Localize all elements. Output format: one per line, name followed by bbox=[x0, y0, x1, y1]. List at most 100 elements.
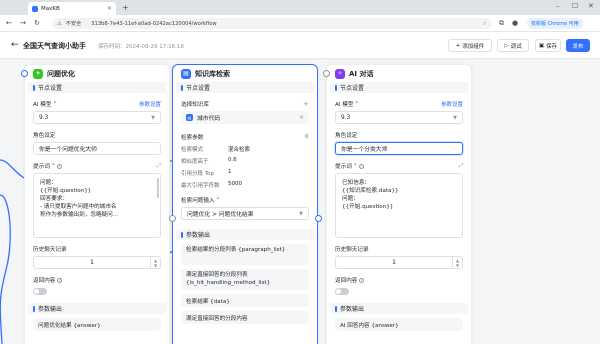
expand-icon[interactable]: ⤢ bbox=[157, 163, 161, 170]
browser-tabbar: MaxKB × + – ☐ ✕ bbox=[0, 0, 600, 15]
role-label: 角色设定 bbox=[335, 133, 358, 139]
section-output: 参数输出 bbox=[176, 229, 314, 240]
section-output: 参数输出 bbox=[330, 303, 468, 314]
help-icon[interactable]: ? bbox=[359, 277, 365, 283]
help-icon[interactable]: ? bbox=[57, 277, 63, 283]
maximize-icon[interactable]: ☐ bbox=[572, 2, 578, 10]
model-select[interactable]: 9.3 ▼ bbox=[335, 111, 463, 124]
node-title: AI 对话 bbox=[349, 69, 374, 78]
stepper-arrows-icon[interactable]: ▲ ▼ bbox=[150, 257, 160, 268]
section-settings: 节点设置 bbox=[330, 82, 468, 93]
role-input[interactable]: 你是一个问题优化大师 bbox=[33, 142, 161, 155]
back-arrow-icon[interactable]: ← bbox=[11, 40, 19, 50]
close-tab-icon[interactable]: × bbox=[107, 5, 112, 12]
workflow-canvas[interactable]: ✦ 问题优化 节点设置 AI 模型 * 参数设置 9.3 ▼ 角色设定 你是一个问… bbox=[0, 60, 600, 344]
search-params-label: 检索参数 bbox=[181, 135, 204, 141]
param-row: 最大引用字符数 5000 bbox=[181, 181, 242, 189]
node-title: 问题优化 bbox=[47, 69, 75, 78]
chevron-down-icon: ▼ bbox=[151, 114, 155, 121]
input-port[interactable] bbox=[21, 70, 28, 77]
new-tab-icon[interactable]: + bbox=[122, 3, 129, 13]
app-header: ← 全国天气查询小助手 保存时间：2024-09-29 17:16:18 + 添… bbox=[0, 32, 600, 59]
save-time: 保存时间：2024-09-29 17:16:18 bbox=[98, 44, 184, 50]
debug-button[interactable]: ▷ 调试 bbox=[497, 39, 529, 52]
kb-item-icon: ▤ bbox=[186, 114, 193, 121]
prompt-textarea[interactable]: 问题： {{开始.question}} 回答要求： - 请只提取客户问题中的城市… bbox=[33, 173, 161, 238]
model-select[interactable]: 9.3 ▼ bbox=[33, 111, 161, 124]
node-kb-search[interactable]: ▤ 知识库检索 节点设置 选择知识库 + ▤ 城市代码 ✕ 检索参数 ⚙ 检索模… bbox=[169, 64, 322, 344]
browser-tab[interactable]: MaxKB × bbox=[28, 2, 116, 15]
expand-icon[interactable]: ⤢ bbox=[459, 163, 463, 170]
chevron-down-icon: ▼ bbox=[453, 114, 457, 121]
section-output: 参数输出 bbox=[28, 303, 166, 314]
url-text: 313b8-7e43-11ef-a0ad-0242ac120004/workfl… bbox=[91, 20, 217, 27]
minimize-icon[interactable]: – bbox=[556, 2, 560, 10]
node-title: 知识库检索 bbox=[195, 69, 230, 78]
model-label: AI 模型 bbox=[33, 102, 52, 108]
output-port[interactable] bbox=[315, 215, 322, 222]
play-icon: ▷ bbox=[504, 42, 509, 49]
publish-button[interactable]: 发布 bbox=[566, 39, 590, 52]
return-label: 返回内容 bbox=[33, 278, 56, 284]
history-label: 历史聊天记录 bbox=[33, 247, 67, 253]
kb-label: 选择知识库 bbox=[181, 102, 209, 108]
history-stepper[interactable]: 1 ▲ ▼ bbox=[335, 256, 463, 269]
input-port[interactable] bbox=[169, 215, 176, 222]
input-port[interactable] bbox=[323, 70, 330, 77]
add-component-button[interactable]: + 添加组件 bbox=[448, 39, 492, 52]
save-icon: ▣ bbox=[538, 42, 545, 49]
return-label: 返回内容 bbox=[335, 278, 358, 284]
chevron-down-icon: ▼ bbox=[299, 210, 303, 217]
model-settings-link[interactable]: 参数设置 bbox=[139, 100, 161, 108]
profile-icon[interactable]: ● bbox=[512, 19, 518, 27]
stepper-arrows-icon[interactable]: ▲ ▼ bbox=[452, 257, 462, 268]
output-item: 满足直接回答的分段内容 bbox=[181, 311, 309, 324]
prompt-textarea[interactable]: 已知信息： {{知识库检索.data}} 问题： {{开始.question}} bbox=[335, 173, 463, 238]
node-ai-chat[interactable]: ✧ AI 对话 节点设置 AI 模型 * 参数设置 9.3 ▼ 角色设定 你是一个… bbox=[323, 64, 472, 344]
remove-kb-icon[interactable]: ✕ bbox=[299, 115, 304, 121]
role-input[interactable]: 你是一个分类大师 bbox=[335, 142, 463, 155]
output-item: 问题优化结果 {answer} bbox=[33, 318, 161, 331]
output-item: 检索结果 {data} bbox=[181, 294, 309, 307]
model-label: AI 模型 bbox=[335, 102, 354, 108]
tab-title: MaxKB bbox=[41, 5, 60, 12]
extensions-icon[interactable]: ⧉ bbox=[499, 19, 504, 28]
role-label: 角色设定 bbox=[33, 133, 56, 139]
output-item: 满足直接回答的分段列表 {is_hit_handling_method_list… bbox=[181, 269, 309, 290]
section-settings: 节点设置 bbox=[28, 82, 166, 93]
kb-node-icon: ▤ bbox=[181, 68, 191, 79]
url-security-label: 不安全 bbox=[65, 21, 82, 27]
model-settings-link[interactable]: 参数设置 bbox=[441, 100, 463, 108]
node-question-optimize[interactable]: ✦ 问题优化 节点设置 AI 模型 * 参数设置 9.3 ▼ 角色设定 你是一个问… bbox=[21, 64, 170, 344]
bookmark-star-icon[interactable]: ☆ bbox=[482, 21, 487, 27]
history-label: 历史聊天记录 bbox=[335, 247, 369, 253]
section-settings: 节点设置 bbox=[176, 82, 314, 93]
plus-icon: + bbox=[455, 42, 461, 49]
help-icon[interactable]: ? bbox=[358, 163, 364, 169]
input-question-label: 检索问题输入 bbox=[181, 198, 215, 204]
output-item: 检索结果的分段列表 {paragraph_list} bbox=[181, 244, 309, 265]
back-icon[interactable]: ← bbox=[6, 19, 12, 28]
settings-gear-icon[interactable]: ⚙ bbox=[304, 134, 309, 140]
prompt-label: 提示词 bbox=[33, 164, 50, 170]
return-toggle[interactable] bbox=[335, 288, 349, 295]
reload-icon[interactable]: ↻ bbox=[34, 19, 40, 28]
param-row: 检索模式 混合检索 bbox=[181, 147, 251, 153]
kb-item[interactable]: ▤ 城市代码 ✕ bbox=[181, 111, 309, 124]
url-field[interactable]: ⚠ 不安全 313b8-7e43-11ef-a0ad-0242ac120004/… bbox=[52, 18, 492, 29]
history-stepper[interactable]: 1 ▲ ▼ bbox=[33, 256, 161, 269]
insecure-warning-icon: ⚠ bbox=[57, 20, 62, 27]
return-toggle[interactable] bbox=[33, 288, 47, 295]
help-icon[interactable]: ? bbox=[56, 163, 62, 169]
forward-icon[interactable]: → bbox=[20, 19, 26, 28]
param-row: 相似度高于 0.6 bbox=[181, 157, 237, 165]
add-kb-icon[interactable]: + bbox=[303, 100, 309, 108]
save-button[interactable]: ▣ 保存 bbox=[535, 39, 561, 52]
address-bar: ← → ↻ ⚠ 不安全 313b8-7e43-11ef-a0ad-0242ac1… bbox=[0, 15, 600, 32]
input-question-select[interactable]: 问题优化 > 问题优化结果 ▼ bbox=[181, 207, 309, 220]
optimize-node-icon: ✦ bbox=[33, 68, 43, 79]
update-chrome-button[interactable]: 有新版 Chrome 可用 bbox=[527, 18, 583, 29]
scrollbar[interactable] bbox=[157, 178, 159, 198]
close-window-icon[interactable]: ✕ bbox=[588, 2, 594, 10]
ai-node-icon: ✧ bbox=[335, 68, 345, 79]
